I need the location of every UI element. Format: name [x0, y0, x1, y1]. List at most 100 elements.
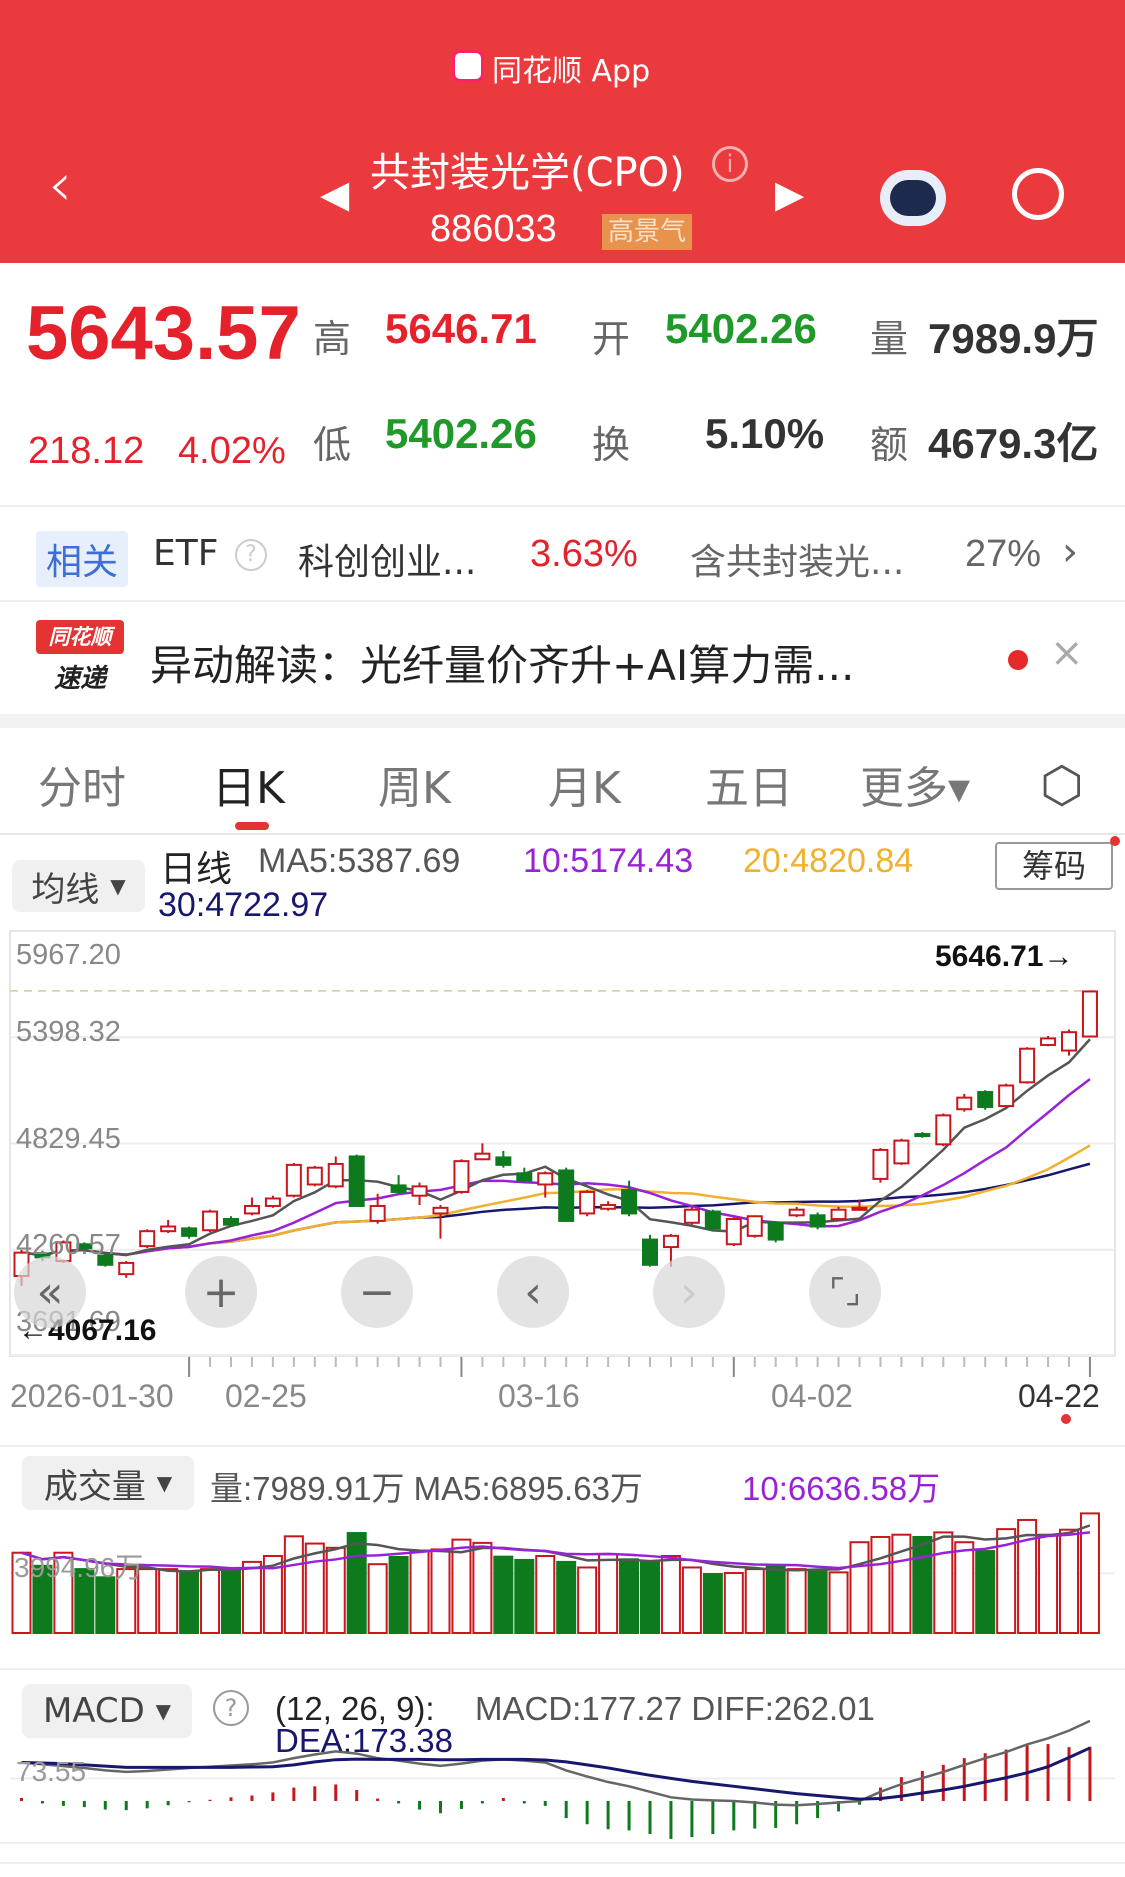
- change-value: 218.12: [28, 430, 145, 472]
- amount-label: 额: [870, 423, 909, 467]
- candle-body: [181, 1227, 198, 1237]
- ma5-value: MA5:5387.69: [258, 842, 461, 880]
- news-row[interactable]: 同花顺 速递 异动解读：光纤量价齐升+AI算力需... ×: [0, 602, 1125, 714]
- candle-body: [139, 1230, 156, 1248]
- tab-daily-k[interactable]: 日K: [212, 752, 285, 816]
- volume-label: 量: [870, 317, 909, 361]
- date-label: 2026-01-30: [10, 1378, 174, 1414]
- volume-bar: [346, 1532, 367, 1634]
- tab-monthly-k[interactable]: 月K: [548, 752, 621, 816]
- volume-bar: [660, 1554, 681, 1634]
- scroll-right-button[interactable]: ›: [653, 1256, 725, 1328]
- volume-bar: [556, 1560, 577, 1634]
- close-icon[interactable]: ×: [1050, 630, 1084, 676]
- volume-bar: [1038, 1533, 1059, 1634]
- volume-bar: [304, 1542, 325, 1634]
- etf-row[interactable]: 相关 ETF ? 科创创业... 3.63% 含共封装光... 27% ›: [0, 507, 1125, 599]
- volume-bar: [1059, 1528, 1079, 1635]
- info-icon[interactable]: i: [712, 146, 748, 182]
- prev-stock-icon[interactable]: ◀: [320, 172, 349, 216]
- robot-assistant-icon[interactable]: [880, 170, 946, 226]
- volume-bar: [765, 1564, 786, 1634]
- tab-intraday[interactable]: 分时: [38, 752, 126, 816]
- scroll-left-button[interactable]: ‹: [497, 1256, 569, 1328]
- app-logo-icon: [452, 50, 484, 82]
- y-tick: 5967.20: [16, 939, 121, 971]
- tab-more[interactable]: 更多▾: [860, 752, 970, 816]
- volume-bar: [828, 1571, 849, 1634]
- volume-bar: [807, 1569, 828, 1634]
- fullscreen-button[interactable]: ⌜⌟: [809, 1256, 881, 1328]
- candle-body: [893, 1139, 910, 1165]
- volume-bar: [493, 1555, 514, 1634]
- candle-body: [579, 1190, 596, 1215]
- date-label: 03-16: [498, 1378, 580, 1414]
- candle-body: [977, 1091, 994, 1108]
- related-tag: 相关: [36, 531, 129, 587]
- latest-dot: [1061, 1414, 1071, 1424]
- app-label: 同花顺 App: [492, 54, 651, 89]
- volume-chart[interactable]: [0, 1500, 1125, 1640]
- amount-value: 4679.3亿: [928, 420, 1099, 467]
- ma-select[interactable]: 均线 ▼: [12, 860, 145, 912]
- candle-body: [202, 1210, 219, 1232]
- next-stock-icon[interactable]: ▶: [775, 172, 804, 216]
- volume-bar: [723, 1572, 744, 1634]
- volume-bar: [786, 1568, 807, 1634]
- volume-bar: [430, 1548, 451, 1634]
- volume-bar: [179, 1571, 200, 1634]
- etf-label: ETF: [153, 533, 219, 574]
- candle-body: [411, 1185, 428, 1197]
- stock-code: 886033: [430, 208, 557, 250]
- etf-name: 科创创业...: [298, 542, 477, 583]
- max-price-label: 5646.71→: [935, 940, 1074, 973]
- candle-body: [809, 1214, 826, 1228]
- candle-body: [746, 1215, 763, 1237]
- candle-body: [1061, 1031, 1077, 1052]
- candle-body: [306, 1166, 323, 1186]
- candle-body: [390, 1184, 407, 1193]
- candle-body: [998, 1084, 1015, 1108]
- zoom-out-button[interactable]: −: [341, 1256, 413, 1328]
- header-bar: 同花顺 App ‹ ◀ 共封装光学(CPO) i 886033 高景气 ▶: [0, 0, 1125, 263]
- y-tick: 4829.45: [16, 1123, 121, 1155]
- candle-body: [495, 1156, 512, 1166]
- zoom-in-button[interactable]: +: [185, 1256, 257, 1328]
- ma5-line: [21, 1038, 1091, 1257]
- help-icon[interactable]: ?: [235, 539, 267, 571]
- y-tick: 4260.57: [16, 1229, 121, 1261]
- volume-bar: [681, 1566, 702, 1634]
- search-icon[interactable]: [1012, 168, 1064, 220]
- low-value: 5402.26: [385, 410, 537, 457]
- open-value: 5402.26: [665, 305, 817, 352]
- unread-dot: [1008, 650, 1028, 670]
- volume-bar: [933, 1531, 954, 1634]
- macd-chart[interactable]: [0, 1700, 1125, 1850]
- candle-body: [767, 1221, 784, 1241]
- volume-bar: [283, 1535, 304, 1635]
- candle-body: [118, 1261, 135, 1276]
- volume-bar: [744, 1568, 765, 1634]
- candle-body: [264, 1197, 281, 1207]
- candle-body: [474, 1152, 491, 1161]
- chevron-right-icon: ›: [1062, 529, 1078, 575]
- tab-five-day[interactable]: 五日: [705, 752, 793, 816]
- volume-value: 7989.9万: [928, 315, 1099, 362]
- notification-dot: [1110, 836, 1120, 846]
- back-icon[interactable]: ‹: [48, 150, 72, 220]
- chips-button[interactable]: 筹码: [995, 842, 1113, 890]
- scroll-left-fast-button[interactable]: «: [14, 1256, 86, 1328]
- candlestick-chart[interactable]: [0, 920, 1125, 1390]
- news-logo: 同花顺 速递: [36, 620, 124, 698]
- candle-body: [851, 1206, 868, 1211]
- tab-weekly-k[interactable]: 周K: [378, 752, 451, 816]
- news-text[interactable]: 异动解读：光纤量价齐升+AI算力需...: [150, 632, 854, 693]
- volume-bar: [702, 1573, 723, 1634]
- volume-bar: [1079, 1512, 1100, 1635]
- volume-bar: [472, 1541, 493, 1635]
- settings-icon[interactable]: ⬡: [1040, 756, 1084, 814]
- dea-line: [21, 1746, 1091, 1801]
- candle-body: [1019, 1047, 1036, 1084]
- page-title: 共封装光学(CPO): [370, 150, 685, 196]
- candle-body: [558, 1169, 575, 1222]
